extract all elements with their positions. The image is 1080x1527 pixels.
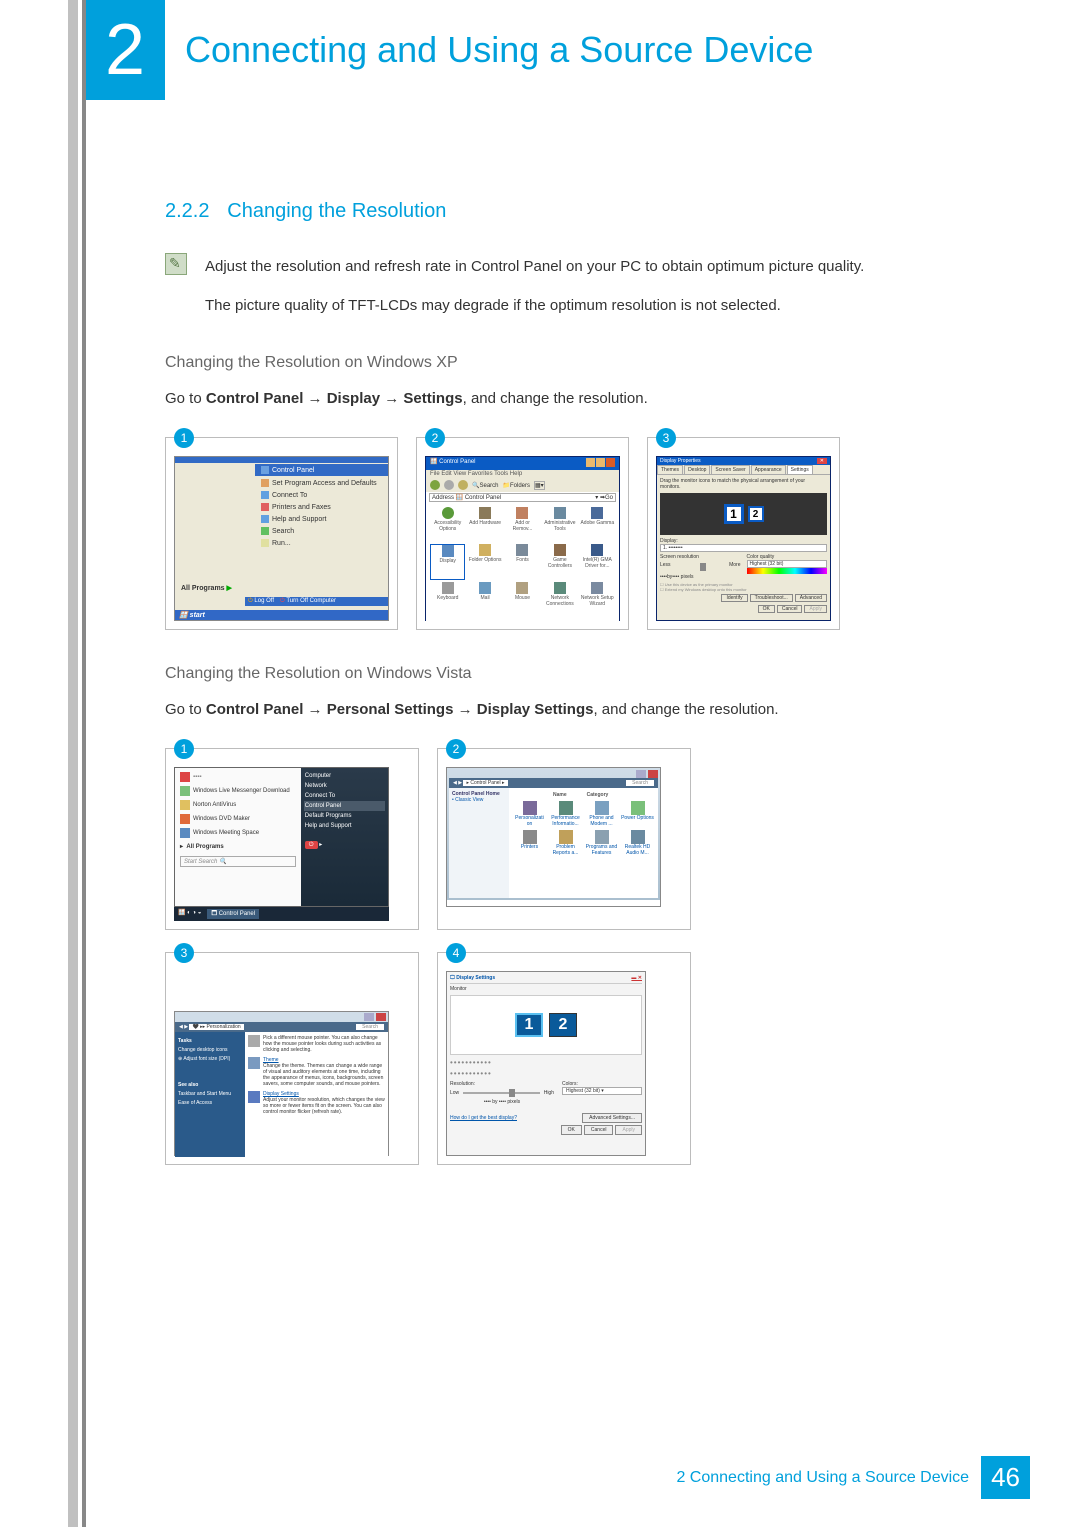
section-number: 2.2.2 xyxy=(165,200,209,222)
step-badge: 3 xyxy=(174,943,194,963)
step-badge: 2 xyxy=(446,739,466,759)
note-line-1: Adjust the resolution and refresh rate i… xyxy=(205,253,864,280)
page-footer: 2 Connecting and Using a Source Device 4… xyxy=(676,1456,1030,1499)
vista-shot-1: 1 ▪▪▪▪ Windows Live Messenger Download N… xyxy=(165,748,419,930)
step-badge: 2 xyxy=(425,428,445,448)
vista-subsection-title: Changing the Resolution on Windows Vista xyxy=(165,665,1010,683)
chapter-number-box: 2 xyxy=(85,0,165,100)
chapter-header: 2 Connecting and Using a Source Device xyxy=(0,0,1080,100)
xp-shot-3: 3 Display Properties✕ ThemesDesktopScree… xyxy=(647,437,840,630)
xp-shot-2: 2 🪟 Control Panel File Edit View Favorit… xyxy=(416,437,629,630)
vista-instruction: Go to Control Panel → Personal Settings … xyxy=(165,701,1010,718)
xp-shot-1: 1 Control Panel Set Program Access and D… xyxy=(165,437,398,630)
note-icon xyxy=(165,253,187,275)
vista-shot-4: 4 🖵 Display Settings▬ ✕ Monitor 1 2 ••••… xyxy=(437,952,691,1165)
page-number: 46 xyxy=(981,1456,1030,1499)
step-badge: 1 xyxy=(174,739,194,759)
step-badge: 4 xyxy=(446,943,466,963)
step-badge: 1 xyxy=(174,428,194,448)
page-margin-rule xyxy=(82,0,86,1527)
note-line-2: The picture quality of TFT-LCDs may degr… xyxy=(205,292,864,319)
note-block: Adjust the resolution and refresh rate i… xyxy=(165,253,1010,319)
footer-text: 2 Connecting and Using a Source Device xyxy=(676,1469,969,1487)
xp-instruction: Go to Control Panel → Display → Settings… xyxy=(165,390,1010,407)
chapter-title: Connecting and Using a Source Device xyxy=(185,29,813,71)
section-heading: 2.2.2 Changing the Resolution xyxy=(165,200,1010,223)
section-title: Changing the Resolution xyxy=(227,200,446,222)
xp-subsection-title: Changing the Resolution on Windows XP xyxy=(165,354,1010,372)
vista-shot-2: 2 ◀ ▶ ▸ Control Panel ▸Search Control Pa… xyxy=(437,748,691,930)
vista-shot-3: 3 ◀ ▶ 🖤 ▸▸ PersonalizationSearch Tasks C… xyxy=(165,952,419,1165)
step-badge: 3 xyxy=(656,428,676,448)
